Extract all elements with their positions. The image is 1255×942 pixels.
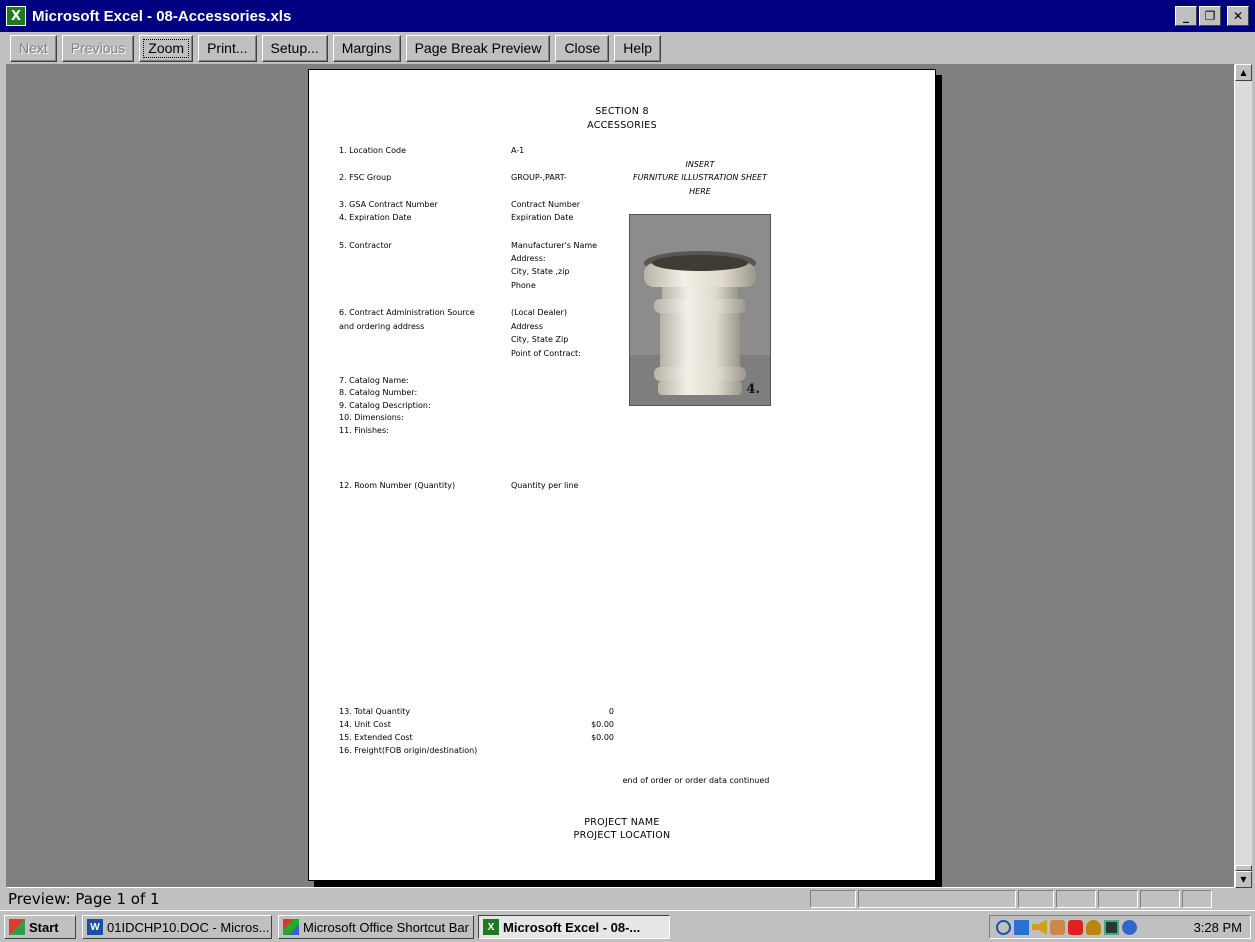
project-name: PROJECT NAME <box>584 817 660 828</box>
field-label: 3. GSA Contract Number <box>339 200 438 209</box>
system-tray: 3:28 PM <box>989 915 1251 939</box>
field-label: 6. Contract Administration Source <box>339 308 475 317</box>
field-value: Expiration Date <box>511 213 574 222</box>
scroll-down-icon[interactable]: ▼ <box>1235 871 1252 888</box>
start-button[interactable]: Start <box>4 915 76 939</box>
planter-photo: 4. <box>629 214 771 406</box>
field-value: Address <box>511 322 543 331</box>
room-value: Quantity per line <box>511 481 579 490</box>
status-panel <box>810 890 856 908</box>
taskbar-task-excel[interactable]: X Microsoft Excel - 08-... <box>478 915 670 939</box>
catalog-field: 7. Catalog Name: <box>339 376 409 385</box>
print-button[interactable]: Print... <box>198 34 257 62</box>
catalog-field: 10. Dimensions: <box>339 413 404 422</box>
status-panel <box>1182 890 1212 908</box>
vertical-scrollbar[interactable]: ▲ ▼ <box>1235 64 1252 888</box>
total-label: 16. Freight(FOB origin/destination) <box>339 746 478 755</box>
network-icon[interactable] <box>1014 919 1029 935</box>
catalog-field: 9. Catalog Description: <box>339 401 431 410</box>
status-panel <box>1018 890 1054 908</box>
field-value: A-1 <box>511 146 525 155</box>
field-value: City, State ,zip <box>511 267 570 276</box>
word-icon: W <box>87 919 103 935</box>
project-location: PROJECT LOCATION <box>573 830 671 841</box>
zoom-button[interactable]: Zoom <box>139 34 194 62</box>
search-icon[interactable] <box>996 919 1011 935</box>
plug-icon[interactable] <box>1086 919 1101 935</box>
section-title: SECTION 8 <box>595 106 649 117</box>
windows-logo-icon <box>9 919 25 935</box>
status-panel <box>1140 890 1180 908</box>
field-value: Contract Number <box>511 200 581 209</box>
field-value: GROUP-,PART- <box>511 173 567 182</box>
title-bar: X Microsoft Excel - 08-Accessories.xls _… <box>0 0 1255 32</box>
field-value: Phone <box>511 281 536 290</box>
field-label: 5. Contractor <box>339 241 392 250</box>
next-button[interactable]: Next <box>10 34 57 62</box>
scroll-up-icon[interactable]: ▲ <box>1235 64 1252 81</box>
field-value: City, State Zip <box>511 335 569 344</box>
total-label: 14. Unit Cost <box>339 720 391 729</box>
task-label: 01IDCHP10.DOC - Micros... <box>107 919 270 935</box>
print-preview-toolbar: Next Previous Zoom Print... Setup... Mar… <box>0 32 1255 64</box>
status-bar: Preview: Page 1 of 1 <box>0 888 1255 910</box>
insert-note-line: INSERT <box>685 160 715 169</box>
status-text: Preview: Page 1 of 1 <box>8 890 160 908</box>
start-label: Start <box>29 919 59 935</box>
clock: 3:28 PM <box>1193 919 1242 935</box>
tray-app-icon[interactable] <box>1050 919 1065 935</box>
window-title: Microsoft Excel - 08-Accessories.xls <box>32 7 292 25</box>
field-label: and ordering address <box>339 322 425 331</box>
monitor-icon[interactable] <box>1104 919 1119 935</box>
status-panel <box>858 890 1016 908</box>
office-shortcut-bar-icon <box>283 919 299 935</box>
section-subtitle: ACCESSORIES <box>587 120 657 131</box>
insert-note-line: HERE <box>689 187 711 196</box>
total-value: $0.00 <box>591 720 614 729</box>
page-break-preview-button[interactable]: Page Break Preview <box>405 34 551 62</box>
field-label: 1. Location Code <box>339 146 407 155</box>
field-value: Point of Contract: <box>511 349 581 358</box>
insert-note-line: FURNITURE ILLUSTRATION SHEET <box>633 173 767 182</box>
restore-button[interactable]: ❐ <box>1199 6 1221 26</box>
task-label: Microsoft Office Shortcut Bar <box>303 919 469 935</box>
close-window-button[interactable]: ✕ <box>1227 6 1249 26</box>
ati-icon[interactable] <box>1068 919 1083 935</box>
taskbar-task-word[interactable]: W 01IDCHP10.DOC - Micros... <box>82 915 272 939</box>
margins-button[interactable]: Margins <box>332 34 401 62</box>
total-value: $0.00 <box>591 733 614 742</box>
catalog-field: 8. Catalog Number: <box>339 388 418 397</box>
status-panel <box>1098 890 1138 908</box>
preview-page[interactable]: SECTION 8 ACCESSORIES 1. Location Code 2… <box>308 69 936 881</box>
field-label: 4. Expiration Date <box>339 213 412 222</box>
task-label: Microsoft Excel - 08-... <box>503 919 641 935</box>
tray-update-icon[interactable] <box>1122 919 1137 935</box>
catalog-field: 11. Finishes: <box>339 426 389 435</box>
total-label: 15. Extended Cost <box>339 733 413 742</box>
field-value: Address: <box>511 254 546 263</box>
photo-badge: 4. <box>746 382 760 397</box>
minimize-button[interactable]: _ <box>1175 6 1197 26</box>
total-value: 0 <box>608 707 614 716</box>
field-value: Manufacturer's Name <box>511 241 598 250</box>
room-label: 12. Room Number (Quantity) <box>339 481 456 490</box>
end-note: end of order or order data continued <box>622 776 770 785</box>
field-value: (Local Dealer) <box>511 308 567 317</box>
taskbar: Start W 01IDCHP10.DOC - Micros... Micros… <box>0 910 1255 942</box>
planter-illustration <box>630 215 770 405</box>
help-button[interactable]: Help <box>614 34 662 62</box>
status-panel <box>1056 890 1096 908</box>
previous-button[interactable]: Previous <box>61 34 135 62</box>
excel-icon: X <box>483 919 499 935</box>
total-label: 13. Total Quantity <box>339 707 411 716</box>
setup-button[interactable]: Setup... <box>261 34 328 62</box>
excel-icon: X <box>6 6 26 26</box>
field-label: 2. FSC Group <box>339 173 392 182</box>
speaker-icon[interactable] <box>1032 919 1047 935</box>
close-button[interactable]: Close <box>555 34 610 62</box>
taskbar-task-office-shortcut-bar[interactable]: Microsoft Office Shortcut Bar <box>278 915 474 939</box>
